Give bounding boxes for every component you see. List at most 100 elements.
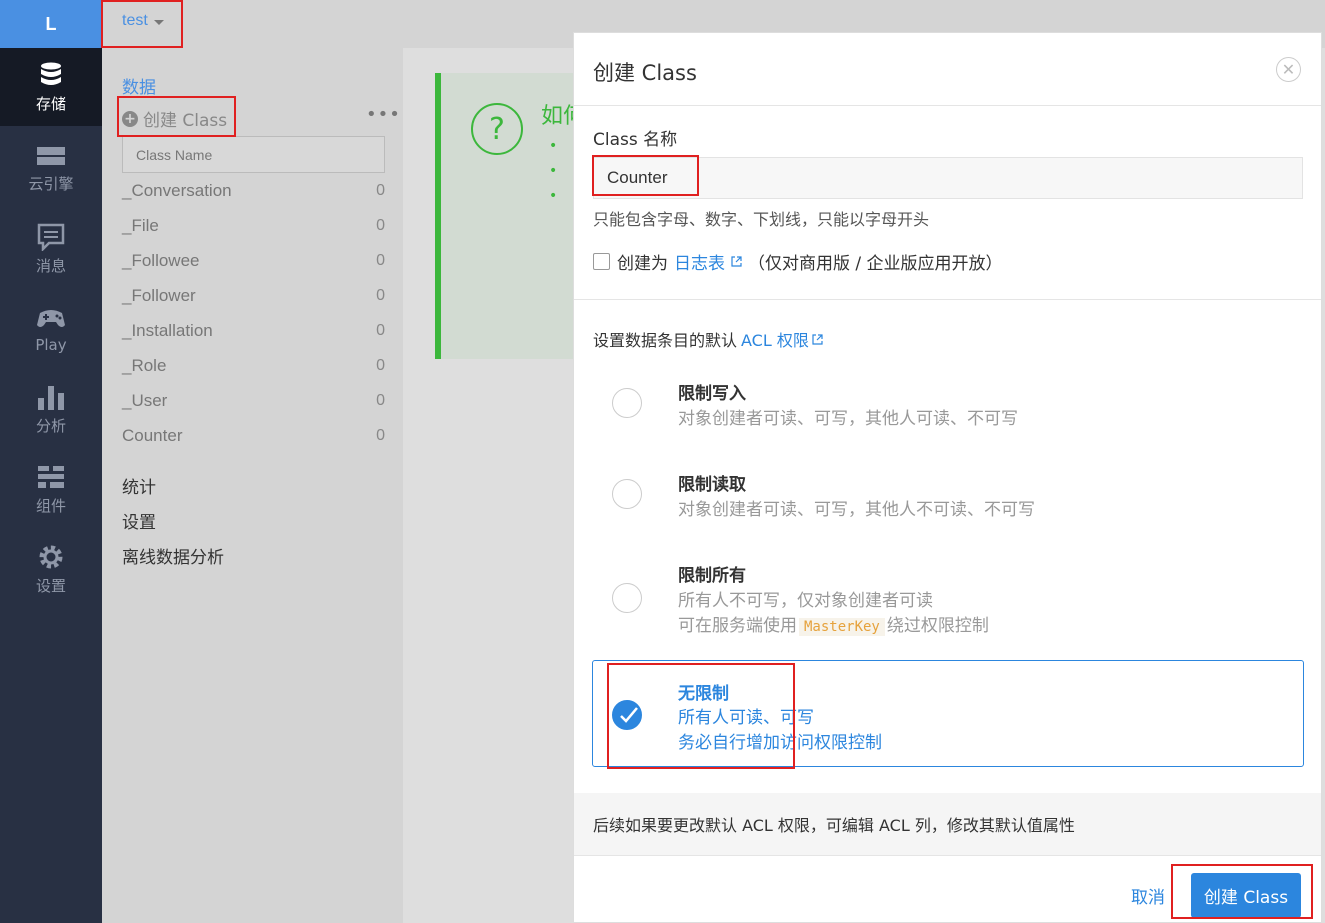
nav-item-storage[interactable]: 存储: [0, 48, 102, 126]
annotation-box-app: [101, 0, 183, 48]
guide-bullet: •: [549, 188, 558, 204]
logo-letter: L: [45, 13, 57, 34]
class-name-filter-input[interactable]: [122, 136, 385, 173]
gear-icon: [36, 543, 66, 571]
log-table-option[interactable]: 创建为 日志表 （仅对商用版 / 企业版应用开放）: [593, 249, 1003, 274]
class-list-item[interactable]: _Installation 0: [122, 313, 385, 348]
divider: [574, 855, 1321, 856]
guide-bullet: •: [549, 138, 558, 154]
nav-label-components: 组件: [35, 496, 66, 515]
class-name-label: Class 名称: [593, 130, 678, 150]
divider: [574, 299, 1321, 300]
acl-option-desc: 对象创建者可读、可写，其他人可读、不可写: [678, 409, 1018, 429]
external-link-icon: [812, 333, 823, 345]
class-list-item[interactable]: _Conversation 0: [122, 173, 385, 208]
nav-item-settings[interactable]: 设置: [0, 530, 102, 608]
nav-label-message: 消息: [35, 256, 66, 275]
acl-radio[interactable]: [612, 479, 642, 509]
acl-radio[interactable]: [612, 388, 642, 418]
bar-chart-icon: [36, 383, 66, 411]
modal-title: 创建 Class: [593, 61, 697, 85]
nav-item-play[interactable]: Play: [0, 290, 102, 368]
class-list-item[interactable]: _Role 0: [122, 348, 385, 383]
class-name: _Followee: [122, 250, 200, 270]
acl-option-restrict-read[interactable]: 限制读取 对象创建者可读、可写，其他人不可读、不可写: [592, 457, 1304, 537]
masterkey-suffix: 绕过权限控制: [886, 616, 989, 636]
gamepad-icon: [36, 304, 66, 332]
components-icon: [36, 463, 66, 491]
class-list-item[interactable]: Counter 0: [122, 418, 385, 453]
sidebar-link-offline-analysis[interactable]: 离线数据分析: [122, 543, 224, 568]
class-name: _Conversation: [122, 180, 232, 200]
class-name-input[interactable]: [593, 157, 1303, 199]
class-name: _Role: [122, 355, 167, 375]
class-name: _File: [122, 215, 159, 235]
annotation-box-class-name: [592, 155, 699, 196]
class-list-item[interactable]: _File 0: [122, 208, 385, 243]
class-count: 0: [376, 391, 385, 409]
class-count: 0: [376, 426, 385, 444]
nav-item-engine[interactable]: 云引擎: [0, 128, 102, 206]
annotation-box-unrestricted: [607, 663, 795, 769]
acl-option-title: 限制所有: [678, 566, 746, 586]
log-table-checkbox[interactable]: [593, 253, 610, 270]
nav-label-storage: 存储: [35, 94, 66, 113]
acl-option-desc: 所有人不可写，仅对象创建者可读: [678, 591, 933, 611]
class-count: 0: [376, 321, 385, 339]
class-name: _User: [122, 390, 168, 410]
acl-footer-note: 后续如果要更改默认 ACL 权限，可编辑 ACL 列，修改其默认值属性: [574, 793, 1321, 855]
acl-prefix: 设置数据条目的默认: [593, 331, 738, 350]
sidebar-link-stats[interactable]: 统计: [122, 473, 156, 498]
sidebar-link-settings[interactable]: 设置: [122, 508, 156, 533]
left-nav: L 存储 云引擎 消息 Play 分析 组件 设置: [0, 0, 102, 923]
acl-option-title: 限制写入: [678, 384, 746, 404]
class-count: 0: [376, 181, 385, 199]
guide-bullet: •: [549, 163, 558, 179]
log-table-prefix: 创建为: [617, 254, 668, 274]
more-dots-icon[interactable]: •••: [366, 104, 401, 125]
acl-option-desc-2: 可在服务端使用 MasterKey 绕过权限控制: [678, 611, 989, 636]
app-logo[interactable]: L: [0, 0, 102, 48]
acl-option-restrict-write[interactable]: 限制写入 对象创建者可读、可写，其他人可读、不可写: [592, 366, 1304, 446]
nav-label-settings: 设置: [35, 576, 66, 595]
acl-link[interactable]: ACL 权限: [741, 327, 809, 351]
class-count: 0: [376, 356, 385, 374]
close-icon[interactable]: ✕: [1276, 57, 1301, 82]
divider: [574, 105, 1321, 106]
sidebar-section-data[interactable]: 数据: [122, 73, 156, 98]
database-icon: [36, 61, 66, 89]
class-count: 0: [376, 286, 385, 304]
acl-radio[interactable]: [612, 583, 642, 613]
cancel-button[interactable]: 取消: [1131, 883, 1165, 908]
class-list-item[interactable]: _User 0: [122, 383, 385, 418]
class-count: 0: [376, 251, 385, 269]
question-icon: ?: [471, 103, 523, 155]
acl-label: 设置数据条目的默认 ACL 权限: [593, 327, 829, 351]
acl-option-desc: 对象创建者可读、可写，其他人不可读、不可写: [678, 500, 1035, 520]
class-name-hint: 只能包含字母、数字、下划线，只能以字母开头: [593, 210, 930, 229]
log-table-link[interactable]: 日志表: [674, 249, 725, 274]
external-link-icon: [731, 256, 742, 267]
nav-item-analytics[interactable]: 分析: [0, 370, 102, 448]
message-icon: [36, 223, 66, 251]
nav-item-components[interactable]: 组件: [0, 450, 102, 528]
data-sidebar: 数据 + 创建 Class ••• _Conversation0 _File0 …: [102, 48, 403, 923]
nav-label-play: Play: [35, 336, 67, 354]
log-table-suffix: （仅对商用版 / 企业版应用开放）: [748, 254, 1003, 274]
class-count: 0: [376, 216, 385, 234]
class-name: _Follower: [122, 285, 196, 305]
nav-label-engine: 云引擎: [28, 174, 74, 193]
annotation-box-create-button: [1171, 864, 1313, 919]
acl-option-title: 限制读取: [678, 475, 746, 495]
nav-label-analytics: 分析: [35, 416, 66, 435]
class-name: _Installation: [122, 320, 213, 340]
server-icon: [36, 141, 66, 169]
masterkey-prefix: 可在服务端使用: [678, 616, 797, 636]
acl-option-restrict-all[interactable]: 限制所有 所有人不可写，仅对象创建者可读 可在服务端使用 MasterKey 绕过权…: [592, 548, 1304, 648]
class-list-item[interactable]: _Followee 0: [122, 243, 385, 278]
nav-item-message[interactable]: 消息: [0, 210, 102, 288]
annotation-box-create-class: [117, 96, 236, 137]
class-list-item[interactable]: _Follower 0: [122, 278, 385, 313]
class-name: Counter: [122, 425, 183, 445]
masterkey-code: MasterKey: [799, 618, 885, 636]
